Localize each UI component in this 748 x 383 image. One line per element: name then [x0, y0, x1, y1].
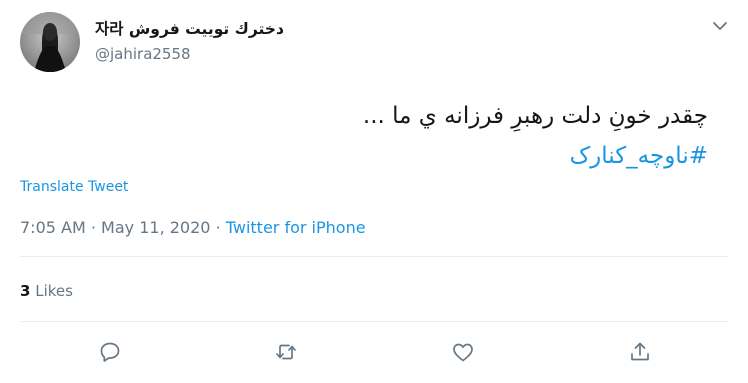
likes-count: 3 [20, 282, 31, 300]
reply-button[interactable] [96, 338, 124, 366]
likes-label: Likes [35, 282, 73, 300]
tweet-body: چقدر خونِ دلت رهبرِ فرزانه ي ما ... [362, 103, 708, 129]
tweet-source-link[interactable]: Twitter for iPhone [226, 218, 366, 237]
avatar[interactable] [20, 12, 80, 72]
hashtag-link[interactable]: #ناوچه_کنارک [48, 136, 708, 176]
avatar-image [20, 12, 80, 72]
likes-summary[interactable]: 3 Likes [20, 282, 73, 300]
meta-separator-2: · [215, 218, 221, 237]
tweet-time[interactable]: 7:05 AM [20, 218, 86, 237]
chevron-down-icon[interactable] [708, 14, 732, 38]
tweet-text: چقدر خونِ دلت رهبرِ فرزانه ي ما ... #ناو… [48, 96, 708, 176]
retweet-button[interactable] [272, 338, 300, 366]
like-button[interactable] [449, 338, 477, 366]
share-button[interactable] [626, 338, 654, 366]
meta-separator: · [90, 218, 96, 237]
translate-tweet-link[interactable]: Translate Tweet [20, 179, 128, 195]
reply-icon [100, 342, 120, 362]
retweet-icon [276, 344, 296, 360]
divider-bottom [20, 321, 728, 322]
share-icon [631, 342, 649, 361]
divider-top [20, 256, 728, 257]
display-name[interactable]: 자라 دخترك توييت فروش [95, 17, 284, 39]
tweet-date[interactable]: May 11, 2020 [101, 218, 210, 237]
tweet-meta: 7:05 AM · May 11, 2020 · Twitter for iPh… [20, 218, 366, 237]
heart-icon [453, 343, 473, 362]
user-handle[interactable]: @jahira2558 [95, 45, 191, 63]
